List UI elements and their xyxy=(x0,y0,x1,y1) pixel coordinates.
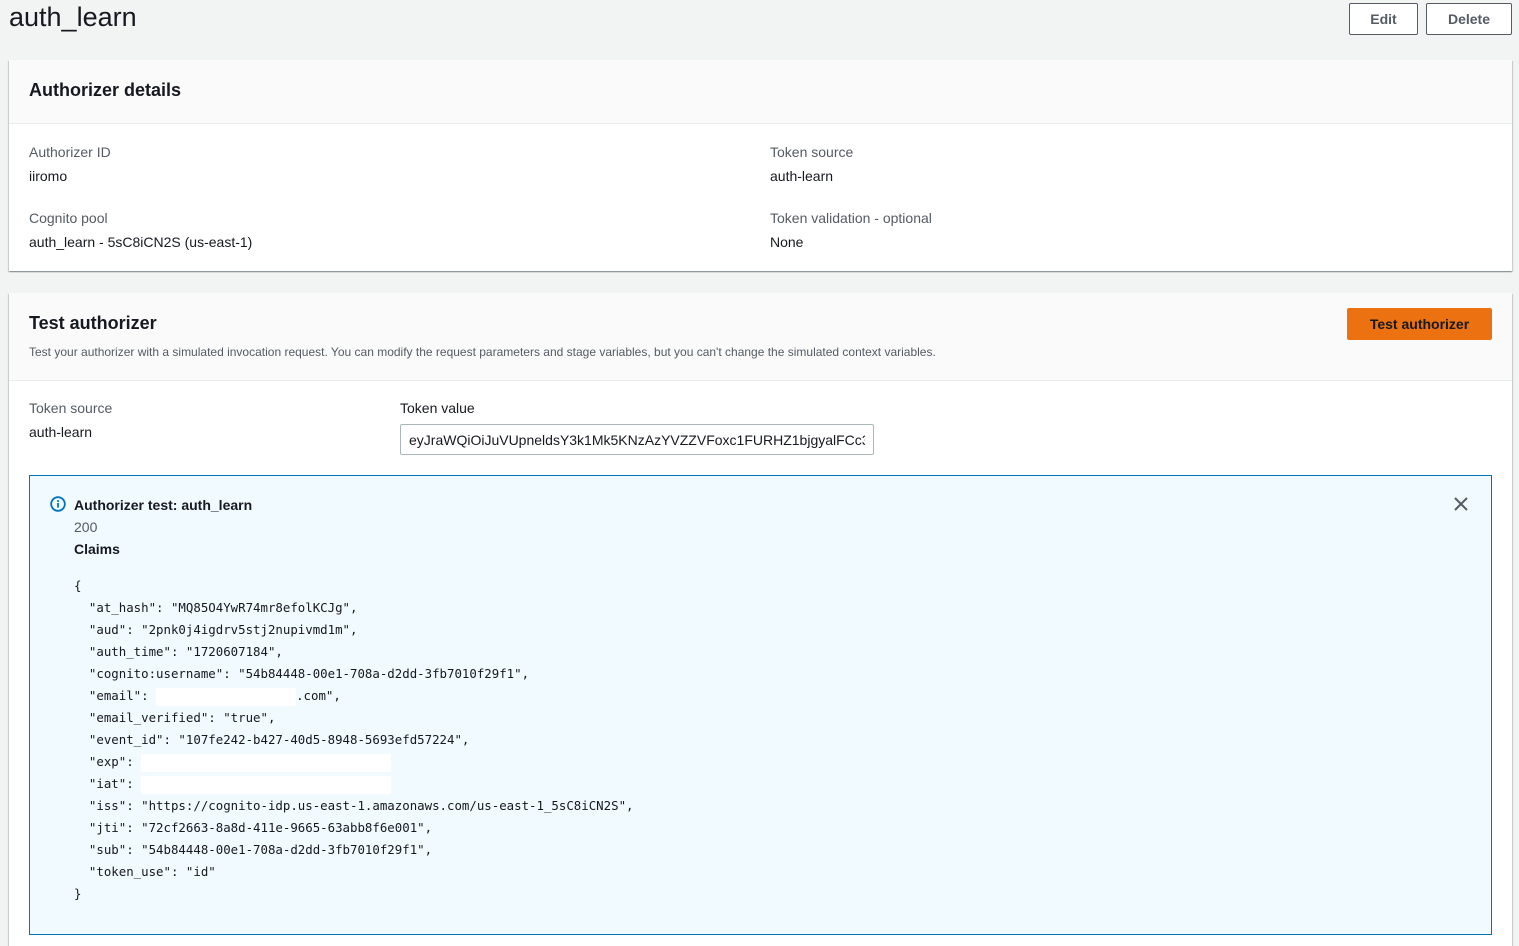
redacted-block xyxy=(156,687,297,706)
claims-line-text: } xyxy=(74,886,82,901)
token-validation-value: None xyxy=(770,234,804,250)
claims-line-text: "event_id": "107fe242-b427-40d5-8948-569… xyxy=(74,732,470,747)
claims-line: "sub": "54b84448-00e1-708a-d2dd-3fb7010f… xyxy=(74,839,634,861)
claims-line-text: "at_hash": "MQ85O4YwR74mr8efolKCJg", xyxy=(74,600,358,615)
claims-line-text: "exp": xyxy=(74,754,142,769)
test-authorizer-header: Test authorizer Test your authorizer wit… xyxy=(9,293,1512,381)
claims-json: { "at_hash": "MQ85O4YwR74mr8efolKCJg", "… xyxy=(74,575,634,905)
claims-line: { xyxy=(74,575,634,597)
claims-line: "jti": "72cf2663-8a8d-411e-9665-63abb8f6… xyxy=(74,817,634,839)
claims-line: "iss": "https://cognito-idp.us-east-1.am… xyxy=(74,795,634,817)
test-authorizer-description: Test your authorizer with a simulated in… xyxy=(29,345,936,359)
token-value-input[interactable] xyxy=(400,424,874,455)
authorizer-details-header: Authorizer details xyxy=(9,60,1512,124)
claims-line-text: "email_verified": "true", xyxy=(74,710,276,725)
authorizer-details-card: Authorizer details Authorizer ID iiromo … xyxy=(9,60,1512,271)
claims-line-text: "token_use": "id" xyxy=(74,864,216,879)
claims-line-text: "sub": "54b84448-00e1-708a-d2dd-3fb7010f… xyxy=(74,842,433,857)
claims-line: "iat": xyxy=(74,773,634,795)
test-authorizer-title: Test authorizer xyxy=(29,313,157,333)
result-title: Authorizer test: auth_learn xyxy=(74,497,253,513)
token-validation-label: Token validation - optional xyxy=(770,210,932,226)
info-icon xyxy=(50,496,66,512)
claims-line-text: "jti": "72cf2663-8a8d-411e-9665-63abb8f6… xyxy=(74,820,433,835)
claims-line-text: "iat": xyxy=(74,776,142,791)
token-value-label: Token value xyxy=(400,400,475,416)
claims-line: "at_hash": "MQ85O4YwR74mr8efolKCJg", xyxy=(74,597,634,619)
claims-line: "auth_time": "1720607184", xyxy=(74,641,634,663)
claims-line-text: "auth_time": "1720607184", xyxy=(74,644,283,659)
cognito-pool-value: auth_learn - 5sC8iCN2S (us-east-1) xyxy=(29,234,253,250)
claims-line-text: "cognito:username": "54b84448-00e1-708a-… xyxy=(74,666,530,681)
result-status-code: 200 xyxy=(74,519,98,535)
redacted-block xyxy=(141,753,392,772)
claims-line-text: "email": xyxy=(74,688,157,703)
claims-line-text: "aud": "2pnk0j4igdrv5stj2nupivmd1m", xyxy=(74,622,358,637)
claims-line: "cognito:username": "54b84448-00e1-708a-… xyxy=(74,663,634,685)
claims-line: } xyxy=(74,883,634,905)
claims-line: "exp": xyxy=(74,751,634,773)
claims-label: Claims xyxy=(74,541,120,557)
claims-line-text: "iss": "https://cognito-idp.us-east-1.am… xyxy=(74,798,634,813)
authorizer-test-result: Authorizer test: auth_learn 200 Claims {… xyxy=(29,475,1492,935)
authorizer-id-value: iiromo xyxy=(29,168,68,184)
claims-line: "aud": "2pnk0j4igdrv5stj2nupivmd1m", xyxy=(74,619,634,641)
edit-button[interactable]: Edit xyxy=(1349,3,1418,35)
test-token-source-label: Token source xyxy=(29,400,113,416)
claims-line: "token_use": "id" xyxy=(74,861,634,883)
claims-line: "event_id": "107fe242-b427-40d5-8948-569… xyxy=(74,729,634,751)
test-token-source-value: auth-learn xyxy=(29,424,93,440)
claims-line-text: { xyxy=(74,578,82,593)
claims-line: "email": .com", xyxy=(74,685,634,707)
authorizer-details-title: Authorizer details xyxy=(29,80,182,100)
delete-button[interactable]: Delete xyxy=(1426,3,1512,35)
cognito-pool-label: Cognito pool xyxy=(29,210,108,226)
token-source-label: Token source xyxy=(770,144,854,160)
test-authorizer-button[interactable]: Test authorizer xyxy=(1347,308,1492,340)
claims-line: "email_verified": "true", xyxy=(74,707,634,729)
close-icon[interactable] xyxy=(1451,494,1471,514)
authorizer-id-label: Authorizer ID xyxy=(29,144,111,160)
redacted-block xyxy=(141,775,392,794)
claims-line-suffix: .com", xyxy=(296,688,341,703)
page-header: auth_learn Edit Delete xyxy=(0,0,1519,50)
page-title: auth_learn xyxy=(9,2,137,32)
token-source-value: auth-learn xyxy=(770,168,834,184)
test-authorizer-card: Test authorizer Test your authorizer wit… xyxy=(9,293,1512,946)
